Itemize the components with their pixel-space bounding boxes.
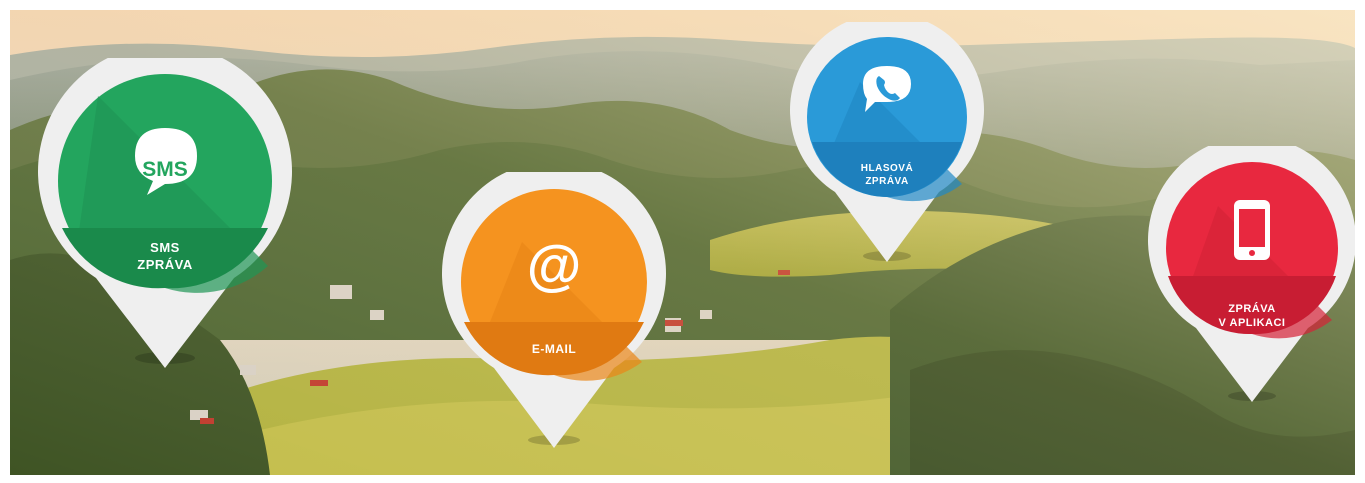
- sms-message-pin[interactable]: SMS SMS ZPRÁVA: [38, 58, 292, 370]
- email-pin-label: E-MAIL: [442, 342, 666, 358]
- app-message-pin[interactable]: ZPRÁVA V APLIKACI: [1148, 146, 1355, 404]
- sms-label-line1: SMS: [150, 240, 180, 255]
- voice-pin-shape: [790, 22, 984, 262]
- app-pin-shape: [1148, 146, 1355, 402]
- email-pin-shape: [442, 172, 666, 448]
- app-label-line2: V APLIKACI: [1218, 317, 1286, 330]
- app-label-line1: ZPRÁVA: [1228, 303, 1276, 315]
- email-label-line1: E-MAIL: [531, 342, 577, 356]
- sms-pin-label: SMS ZPRÁVA: [38, 240, 292, 274]
- hero-banner: SMS SMS ZPRÁVA @ E-MAIL HLASOVÁ ZPRÁVA Z…: [10, 10, 1355, 475]
- speech-bubble-icon: SMS: [142, 158, 188, 181]
- voice-label-line2: ZPRÁVA: [865, 176, 909, 187]
- sms-pin-shape: [38, 58, 292, 368]
- voice-pin-label: HLASOVÁ ZPRÁVA: [790, 162, 984, 188]
- voice-message-pin[interactable]: HLASOVÁ ZPRÁVA: [790, 22, 984, 264]
- smartphone-icon: [1234, 200, 1270, 260]
- voice-label-line1: HLASOVÁ: [860, 163, 914, 174]
- at-sign-icon: @: [526, 233, 582, 296]
- email-pin[interactable]: @ E-MAIL: [442, 172, 666, 450]
- app-pin-label: ZPRÁVA V APLIKACI: [1148, 302, 1355, 331]
- sms-label-line2: ZPRÁVA: [137, 256, 193, 272]
